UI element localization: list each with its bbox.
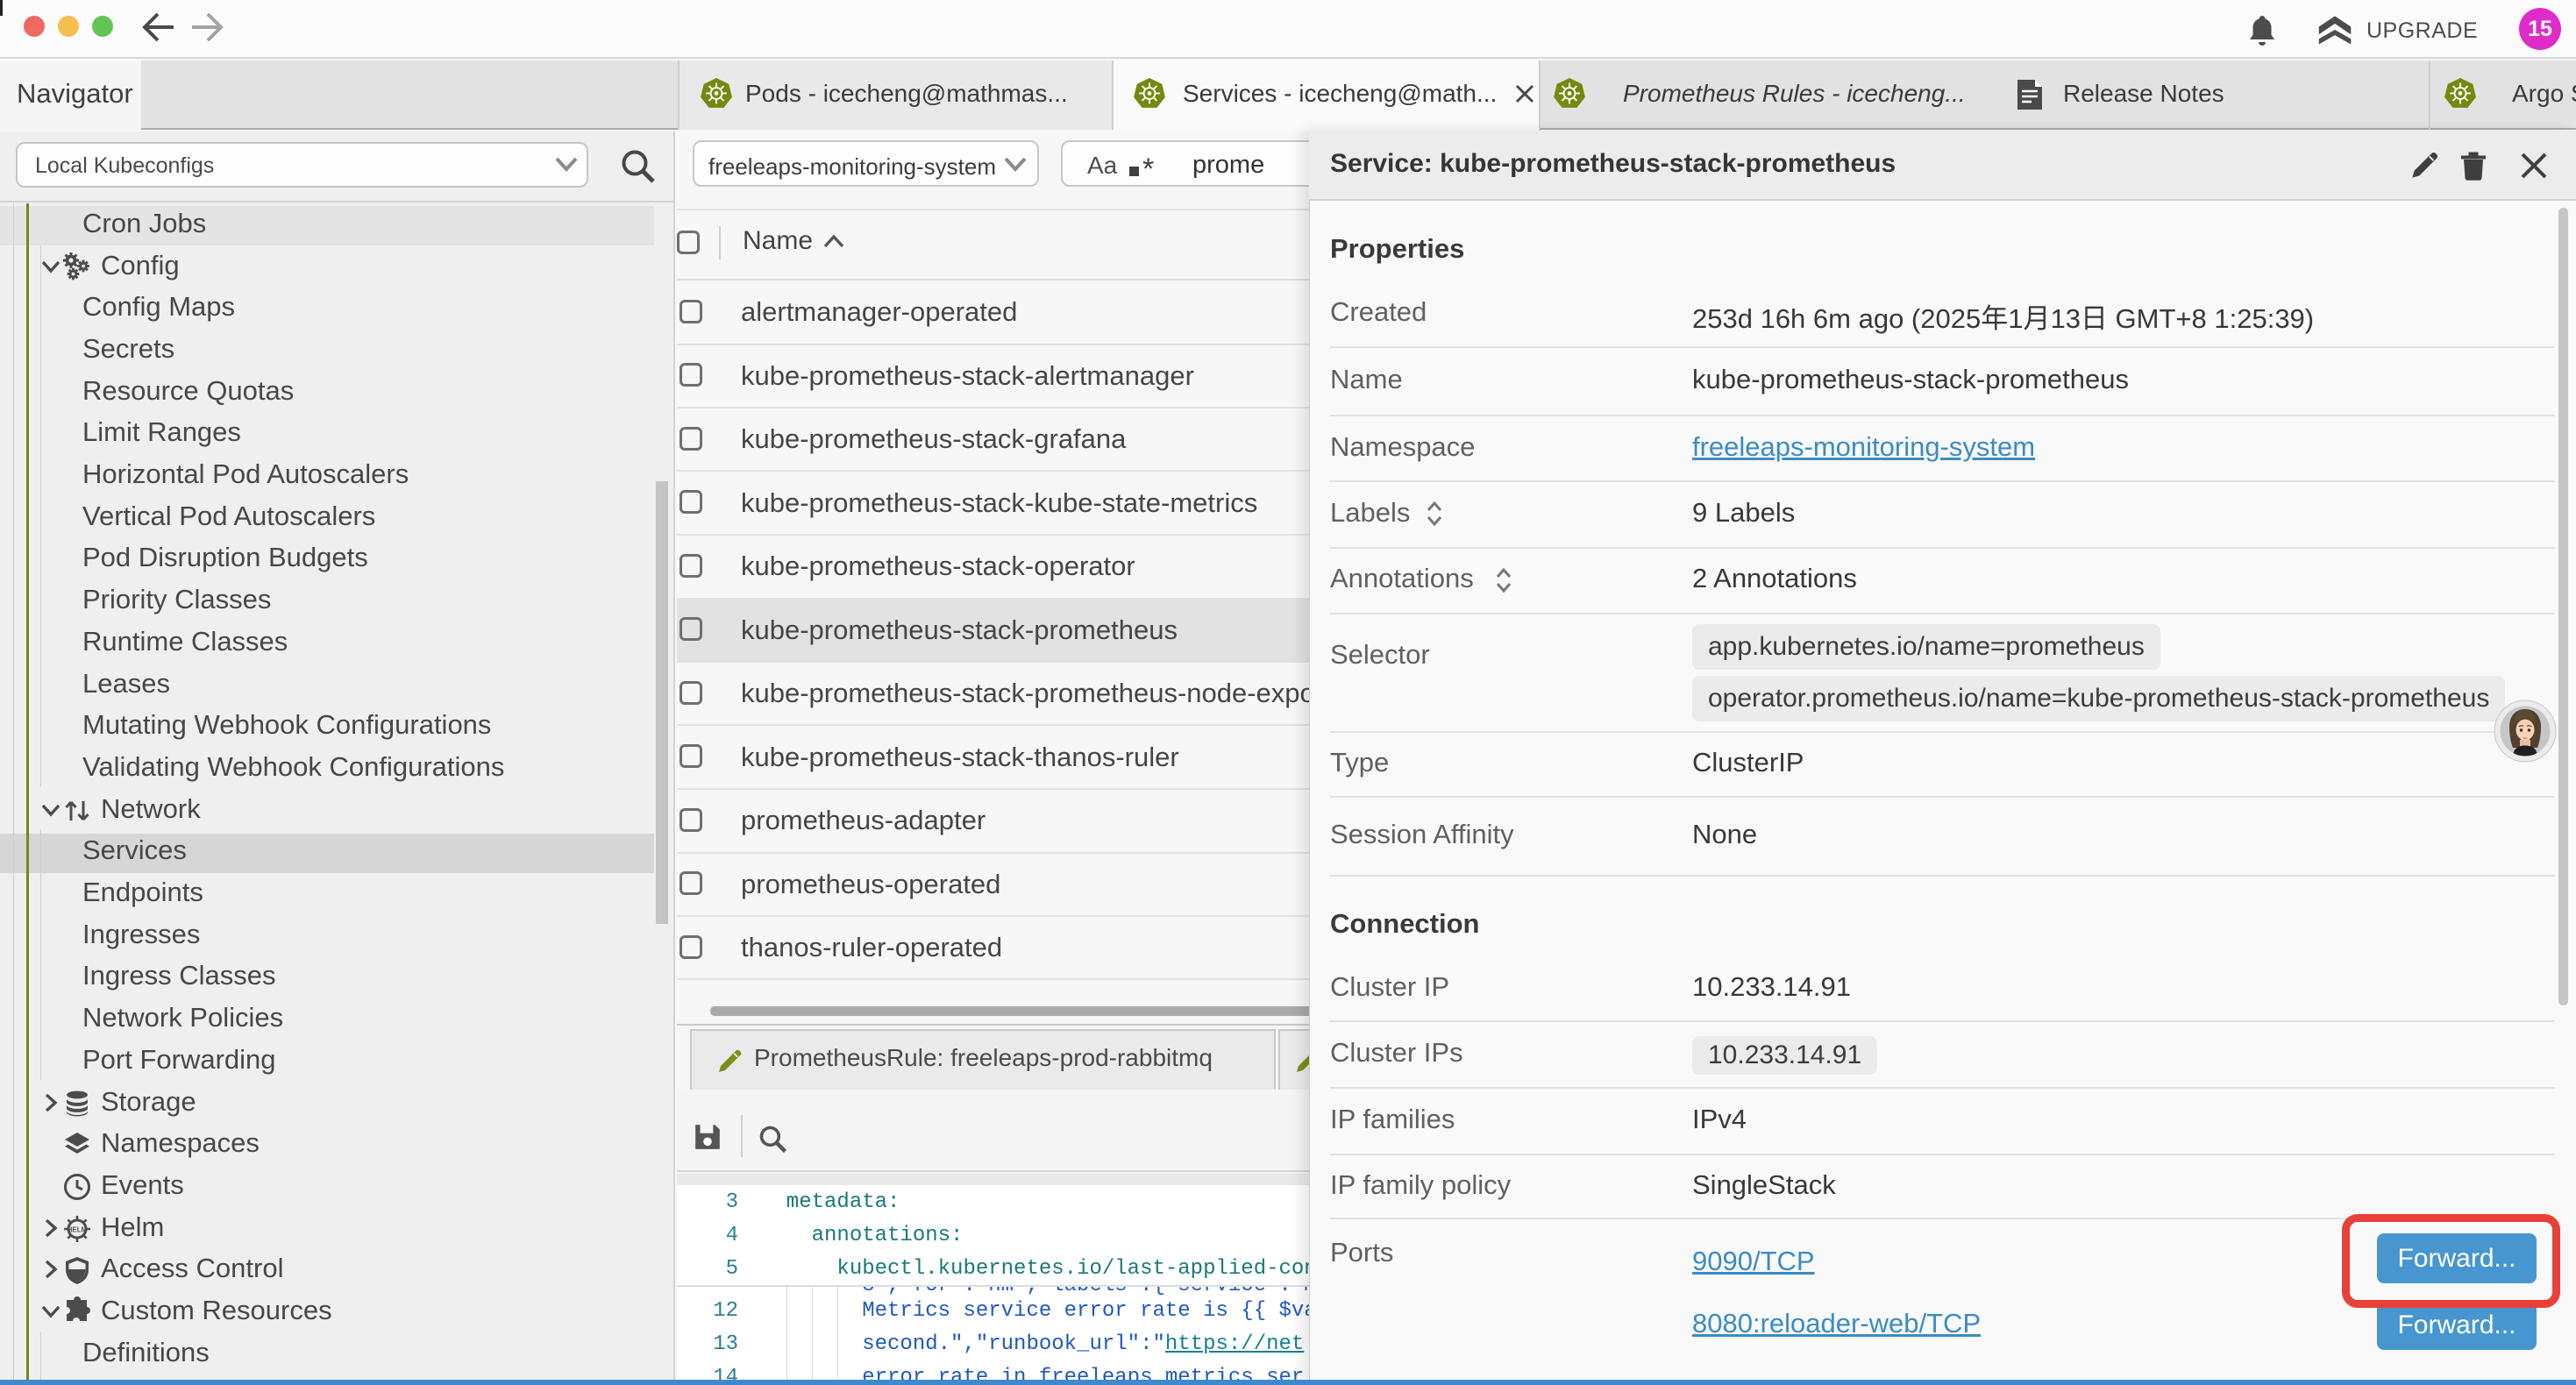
svg-text:HELM: HELM [68,1225,88,1233]
